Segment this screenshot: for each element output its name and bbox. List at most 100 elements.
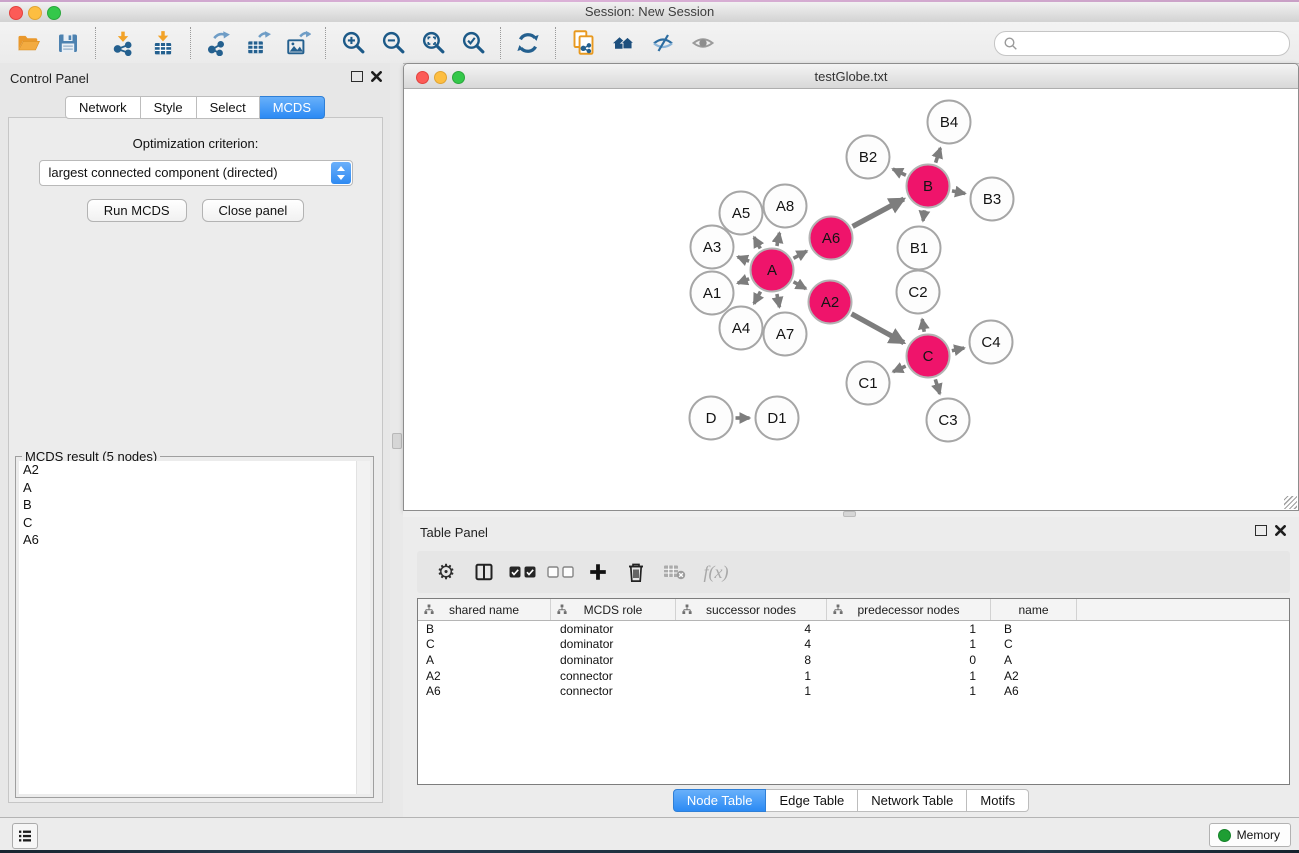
graph-node-D[interactable]: D: [690, 397, 733, 440]
graph-edge-B-B4[interactable]: [936, 148, 941, 163]
tab-node-table[interactable]: Node Table: [673, 789, 767, 812]
result-list-item[interactable]: B: [19, 496, 370, 514]
graph-edge-C-C3[interactable]: [935, 379, 940, 393]
memory-button[interactable]: Memory: [1209, 823, 1291, 847]
scrollbar-track[interactable]: [356, 461, 370, 794]
close-panel-icon[interactable]: [1275, 525, 1286, 536]
graph-node-A4[interactable]: A4: [720, 307, 763, 350]
search-field[interactable]: [994, 31, 1290, 56]
deselect-all-rows-button[interactable]: [541, 553, 579, 591]
graph-node-A5[interactable]: A5: [720, 192, 763, 235]
splitter-handle[interactable]: [392, 433, 402, 449]
column-header-successor-nodes[interactable]: successor nodes: [676, 599, 827, 620]
select-all-rows-button[interactable]: [503, 553, 541, 591]
import-table-button[interactable]: [143, 25, 183, 61]
graph-node-B[interactable]: B: [907, 165, 950, 208]
table-row[interactable]: Cdominator41C: [418, 637, 1289, 653]
float-panel-icon[interactable]: [1255, 525, 1267, 536]
graph-node-A1[interactable]: A1: [691, 272, 734, 315]
task-history-button[interactable]: [12, 823, 38, 849]
graph-node-A2[interactable]: A2: [809, 281, 852, 324]
graph-node-C1[interactable]: C1: [847, 362, 890, 405]
add-column-button[interactable]: [579, 553, 617, 591]
run-mcds-button[interactable]: Run MCDS: [87, 199, 187, 222]
graph-node-C2[interactable]: C2: [897, 271, 940, 314]
zoom-fit-button[interactable]: [413, 25, 453, 61]
table-row[interactable]: A6connector11A6: [418, 683, 1289, 699]
graph-node-B3[interactable]: B3: [971, 178, 1014, 221]
tab-network[interactable]: Network: [65, 96, 141, 119]
graph-node-D1[interactable]: D1: [756, 397, 799, 440]
table-row[interactable]: A2connector11A2: [418, 668, 1289, 684]
tab-motifs[interactable]: Motifs: [967, 789, 1029, 812]
tab-network-table[interactable]: Network Table: [858, 789, 967, 812]
criterion-dropdown[interactable]: largest connected component (directed): [39, 160, 353, 186]
close-panel-icon[interactable]: [371, 71, 382, 82]
tab-edge-table[interactable]: Edge Table: [766, 789, 858, 812]
zoom-selected-button[interactable]: [453, 25, 493, 61]
tab-mcds[interactable]: MCDS: [260, 96, 325, 119]
graph-edge-A-A7[interactable]: [777, 294, 780, 307]
graph-edge-C-C4[interactable]: [952, 348, 964, 351]
export-table-button[interactable]: [238, 25, 278, 61]
graph-node-A6[interactable]: A6: [810, 217, 853, 260]
window-resize-grip[interactable]: [1284, 496, 1297, 509]
graph-edge-A2-C[interactable]: [852, 314, 904, 343]
table-row[interactable]: Bdominator41B: [418, 621, 1289, 637]
graph-edge-B-B2[interactable]: [893, 169, 906, 175]
column-view-button[interactable]: [465, 553, 503, 591]
vertical-splitter[interactable]: [390, 63, 403, 817]
table-settings-button[interactable]: ⚙: [427, 553, 465, 591]
graph-edge-C-C1[interactable]: [893, 366, 906, 372]
graph-edge-A-A4[interactable]: [754, 292, 761, 304]
apply-layout-button[interactable]: [508, 25, 548, 61]
graph-edge-A-A2[interactable]: [794, 282, 806, 289]
save-session-button[interactable]: [48, 25, 88, 61]
graph-node-A7[interactable]: A7: [764, 313, 807, 356]
close-panel-button[interactable]: Close panel: [202, 199, 305, 222]
hide-selected-button[interactable]: [643, 25, 683, 61]
graph-node-B1[interactable]: B1: [898, 227, 941, 270]
tab-style[interactable]: Style: [141, 96, 197, 119]
column-header-predecessor-nodes[interactable]: predecessor nodes: [827, 599, 991, 620]
import-network-button[interactable]: [103, 25, 143, 61]
network-view-window: testGlobe.txt A5A8A6A3AA1A2A4A7B2B4BB3B1…: [403, 63, 1299, 511]
table-row[interactable]: Adominator80A: [418, 652, 1289, 668]
graph-node-C[interactable]: C: [907, 335, 950, 378]
result-list-item[interactable]: A: [19, 479, 370, 497]
graph-edge-B-B1[interactable]: [923, 210, 925, 221]
graph-edge-B-B3[interactable]: [952, 191, 965, 194]
graph-edge-A-A3[interactable]: [738, 257, 749, 261]
graph-node-A8[interactable]: A8: [764, 185, 807, 228]
zoom-in-button[interactable]: [333, 25, 373, 61]
home-button[interactable]: [603, 25, 643, 61]
column-header-shared-name[interactable]: shared name: [418, 599, 551, 620]
graph-node-A3[interactable]: A3: [691, 226, 734, 269]
graph-edge-A-A8[interactable]: [777, 233, 780, 246]
float-panel-icon[interactable]: [351, 71, 363, 82]
export-network-button[interactable]: [198, 25, 238, 61]
tab-select[interactable]: Select: [197, 96, 260, 119]
graph-edge-A-A1[interactable]: [738, 279, 749, 283]
new-network-from-selection-button[interactable]: [563, 25, 603, 61]
column-header-MCDS-role[interactable]: MCDS role: [551, 599, 676, 620]
graph-node-A[interactable]: A: [751, 249, 794, 292]
graph-edge-C-C2[interactable]: [922, 319, 924, 332]
graph-edge-A6-B[interactable]: [853, 199, 904, 226]
zoom-out-button[interactable]: [373, 25, 413, 61]
open-session-button[interactable]: [8, 25, 48, 61]
graph-node-B4[interactable]: B4: [928, 101, 971, 144]
network-canvas[interactable]: A5A8A6 A3 A A1 A2 A4A7 B2 B4 B B3 B1C2 C4 C C1 C3 D D1: [404, 89, 1298, 510]
export-image-button[interactable]: [278, 25, 318, 61]
graph-node-C4[interactable]: C4: [970, 321, 1013, 364]
graph-edge-A-A6[interactable]: [794, 251, 807, 258]
graph-node-C3[interactable]: C3: [927, 399, 970, 442]
column-header-name[interactable]: name: [991, 599, 1077, 620]
graph-edge-A-A5[interactable]: [754, 237, 760, 248]
search-input[interactable]: [1021, 33, 1280, 54]
graph-node-B2[interactable]: B2: [847, 136, 890, 179]
delete-column-button[interactable]: [617, 553, 655, 591]
result-list-item[interactable]: A2: [19, 461, 370, 479]
result-list-item[interactable]: C: [19, 514, 370, 532]
result-list-item[interactable]: A6: [19, 531, 370, 549]
